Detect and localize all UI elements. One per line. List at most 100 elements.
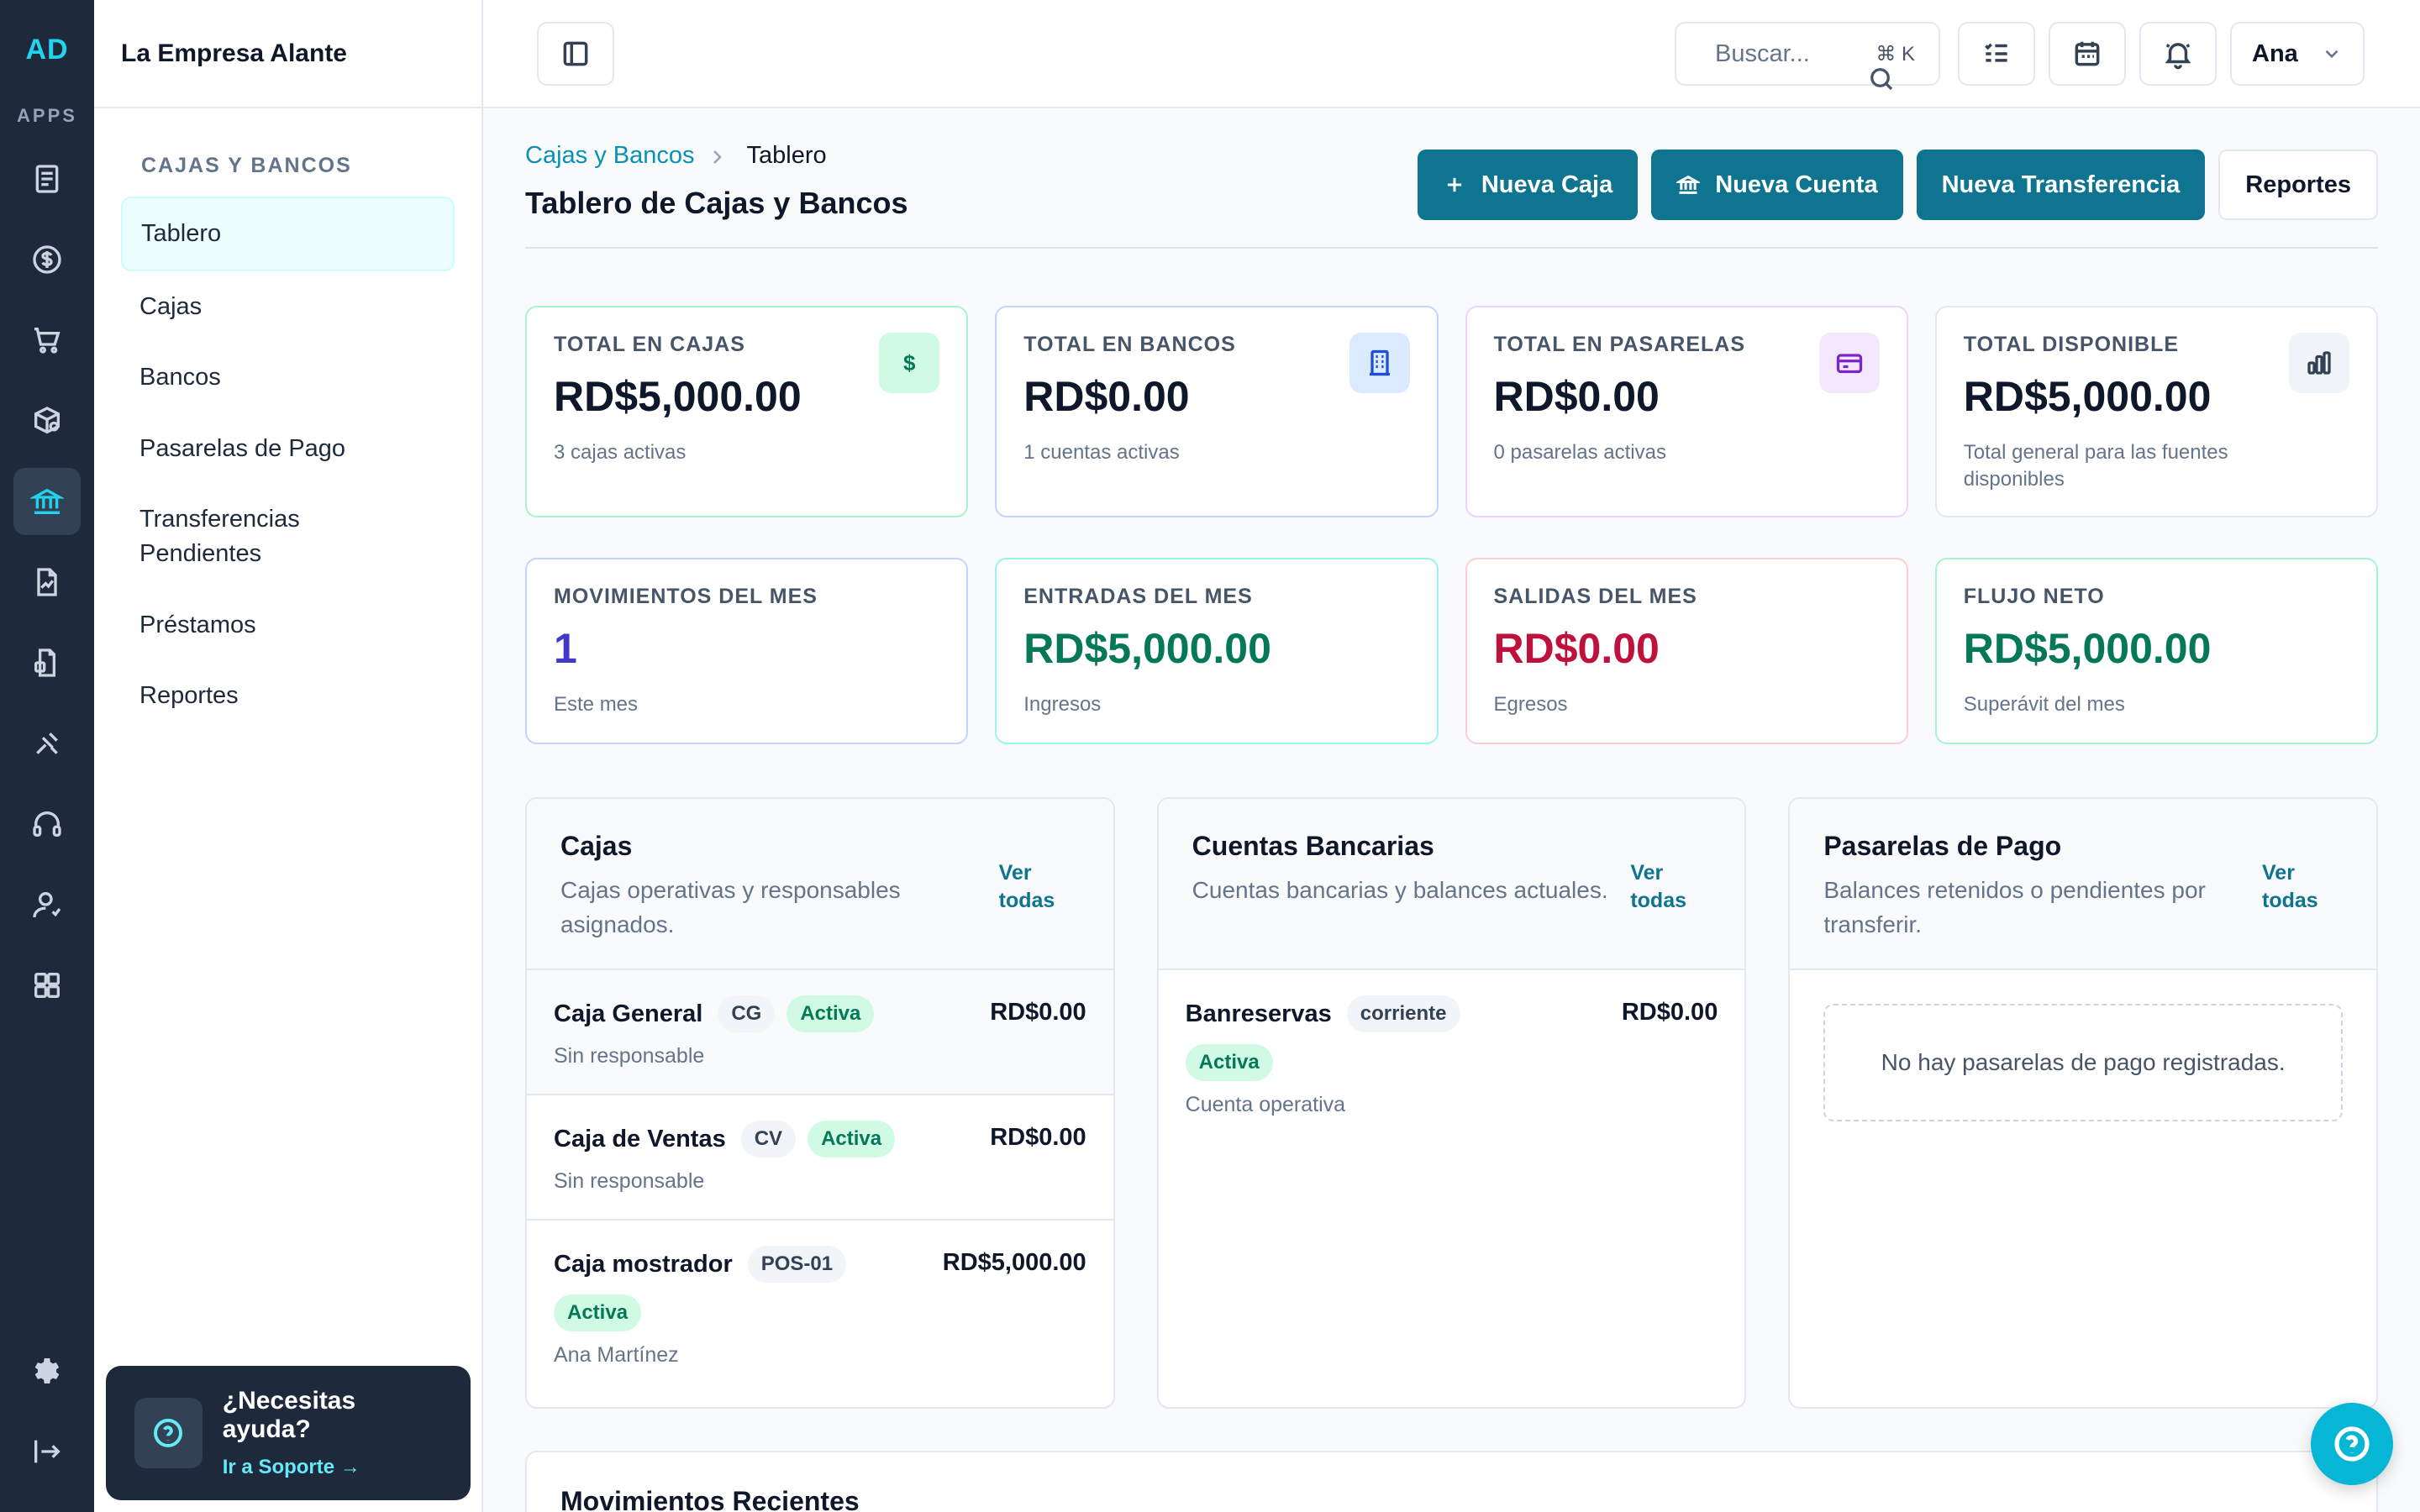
stat-card-total-pasarelas: TOTAL EN PASARELAS RD$0.00 0 pasarelas a… [1465, 306, 1908, 517]
company-name[interactable]: La Empresa Alante [94, 0, 481, 108]
bell-icon [2165, 43, 2191, 70]
chevron-down-icon [2325, 50, 2338, 59]
stat-card-movimientos: MOVIMIENTOS DEL MES 1 Este mes [525, 558, 969, 744]
header-actions: Nueva Caja Nueva Cuenta Nueva Transferen… [1417, 150, 2378, 220]
stat-label: SALIDAS DEL MES [1493, 585, 1697, 608]
item-sub: Sin responsable [554, 1169, 705, 1193]
ver-todas-cuentas-link[interactable]: Ver todas [1630, 859, 1689, 914]
sidebar-item-prestamos[interactable]: Préstamos [121, 590, 455, 661]
stat-label: ENTRADAS DEL MES [1023, 585, 1253, 608]
checklist-icon [1985, 43, 2007, 62]
empty-state: No hay pasarelas de pago registradas. [1823, 1004, 2343, 1121]
status-badge: Activa [786, 995, 875, 1032]
sidebar-item-transferencias[interactable]: Transferencias Pendientes [121, 484, 365, 589]
new-transfer-button[interactable]: Nueva Transferencia [1916, 150, 2206, 220]
sidebar-item-pasarelas[interactable]: Pasarelas de Pago [121, 413, 455, 485]
credit-card-icon [1818, 333, 1880, 393]
panel-cuentas: Cuentas Bancarias Cuentas bancarias y ba… [1156, 797, 1747, 1409]
panel-header: Cajas Cajas operativas y responsables as… [527, 799, 1113, 970]
user-icon[interactable] [13, 871, 81, 938]
stat-value: RD$5,000.00 [1023, 625, 1271, 672]
reports-label: Reportes [2245, 171, 2351, 198]
panel-description: Balances retenidos o pendientes por tran… [1823, 877, 2206, 937]
headset-icon[interactable] [13, 790, 81, 858]
stat-value: 1 [554, 625, 577, 672]
breadcrumb: Cajas y Bancos Tablero [525, 142, 827, 170]
list-item[interactable]: Banreservas corriente Activa Cuenta oper… [1159, 970, 1745, 1142]
stat-label: MOVIMIENTOS DEL MES [554, 585, 818, 608]
breadcrumb-cajas-bancos[interactable]: Cajas y Bancos [525, 142, 695, 170]
app-rail: AD APPS [0, 0, 94, 1512]
item-sub: Sin responsable [554, 1044, 705, 1068]
document-icon[interactable] [13, 145, 81, 213]
dollar-icon[interactable] [13, 226, 81, 293]
tasks-button[interactable] [1958, 22, 2035, 86]
help-card[interactable]: ¿Necesitas ayuda? Ir a Soporte → [106, 1366, 471, 1500]
list-item[interactable]: Caja General CG Activa Sin responsable R… [527, 970, 1113, 1095]
recent-movements-panel: Movimientos Recientes [525, 1451, 2378, 1512]
search-icon [1851, 49, 1912, 109]
sidebar-toggle-button[interactable] [537, 22, 614, 86]
sidebar-item-tablero[interactable]: Tablero [121, 197, 455, 271]
dollar-icon: $ [879, 333, 940, 393]
new-caja-button[interactable]: Nueva Caja [1417, 150, 1639, 220]
building-icon [1349, 333, 1410, 393]
file-chart-icon[interactable] [13, 629, 81, 696]
tools-icon[interactable] [13, 710, 81, 777]
user-menu[interactable]: Ana [2230, 22, 2365, 86]
ver-todas-cajas-link[interactable]: Ver todas [999, 859, 1058, 914]
help-fab-button[interactable] [2311, 1403, 2393, 1485]
apps-label: APPS [17, 105, 77, 126]
new-cuenta-button[interactable]: Nueva Cuenta [1651, 150, 1903, 220]
sidebar: La Empresa Alante CAJAS Y BANCOS Tablero… [94, 0, 483, 1512]
item-amount: RD$0.00 [990, 1124, 1086, 1151]
panel-pasarelas: Pasarelas de Pago Balances retenidos o p… [1788, 797, 2378, 1409]
stat-label: FLUJO NETO [1963, 585, 2105, 608]
app-logo[interactable]: AD [25, 34, 68, 66]
reports-button[interactable]: Reportes [2218, 150, 2378, 220]
stat-card-total-cajas: TOTAL EN CAJAS RD$5,000.00 3 cajas activ… [525, 306, 969, 517]
sidebar-toggle-icon [563, 41, 588, 66]
report-icon[interactable] [13, 549, 81, 616]
sidebar-section-title: CAJAS Y BANCOS [141, 154, 352, 177]
item-name: Caja General [554, 1000, 703, 1027]
new-transfer-label: Nueva Transferencia [1941, 171, 2181, 198]
list-item[interactable]: Caja de Ventas CV Activa Sin responsable… [527, 1095, 1113, 1221]
calendar-button[interactable] [2049, 22, 2126, 86]
item-sub: Ana Martínez [554, 1343, 679, 1367]
grid-icon[interactable] [13, 952, 81, 1019]
stat-card-salidas: SALIDAS DEL MES RD$0.00 Egresos [1465, 558, 1908, 744]
code-badge: POS-01 [747, 1246, 847, 1283]
logout-icon[interactable] [13, 1418, 81, 1485]
notifications-button[interactable] [2139, 22, 2217, 86]
help-title: ¿Necesitas ayuda? [222, 1387, 356, 1443]
search-input[interactable]: Buscar... ⌘ K [1675, 22, 1940, 91]
list-item[interactable]: Caja mostrador POS-01 Activa Ana Martíne… [527, 1221, 1113, 1393]
breadcrumb-current: Tablero [746, 142, 827, 169]
ver-todas-pasarelas-link[interactable]: Ver todas [2262, 859, 2321, 914]
stat-sub: 3 cajas activas [554, 441, 687, 464]
stat-sub: Total general para las fuentes disponibl… [1963, 441, 2228, 491]
panel-header: Cuentas Bancarias Cuentas bancarias y ba… [1158, 799, 1745, 970]
code-badge: CG [718, 995, 776, 1032]
gear-icon[interactable] [13, 1337, 81, 1404]
cart-icon[interactable] [13, 307, 81, 374]
item-amount: RD$0.00 [990, 999, 1086, 1026]
item-name: Caja mostrador [554, 1250, 733, 1278]
sidebar-item-cajas[interactable]: Cajas [121, 271, 455, 343]
page-title: Tablero de Cajas y Bancos [525, 186, 908, 220]
panel-description: Cajas operativas y responsables asignado… [560, 877, 901, 937]
chevron-right-icon [707, 146, 735, 166]
bank-icon[interactable] [13, 468, 81, 535]
status-badge: Activa [1185, 1044, 1273, 1081]
support-link[interactable]: Ir a Soporte → [223, 1456, 442, 1479]
stat-card-flujo-neto: FLUJO NETO RD$5,000.00 Superávit del mes [1934, 558, 2378, 744]
main-content: Cajas y Bancos Tablero Tablero de Cajas … [525, 108, 2378, 1512]
item-amount: RD$0.00 [1621, 999, 1718, 1026]
package-icon[interactable] [13, 387, 81, 454]
sidebar-item-bancos[interactable]: Bancos [121, 342, 455, 413]
question-icon [134, 1398, 203, 1468]
plus-icon [1447, 177, 1462, 192]
status-badge: Activa [808, 1121, 896, 1158]
sidebar-item-reportes[interactable]: Reportes [121, 660, 455, 732]
